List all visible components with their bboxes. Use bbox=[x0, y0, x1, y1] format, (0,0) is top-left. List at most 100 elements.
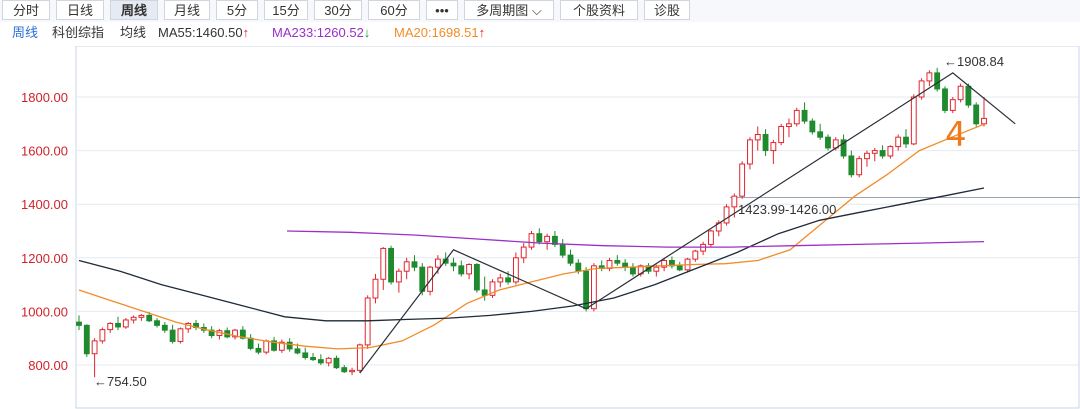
candle-up bbox=[434, 258, 441, 268]
ma20-value: MA20:1698.51↑ bbox=[394, 22, 485, 44]
stock-info-button[interactable]: 个股资料 bbox=[560, 0, 638, 20]
multi-period-dropdown[interactable]: 多周期图 ⌵ bbox=[464, 0, 554, 20]
candle-down bbox=[848, 155, 855, 176]
more-button[interactable]: ••• bbox=[426, 0, 458, 20]
candle-up bbox=[731, 195, 738, 208]
candle-down bbox=[614, 259, 621, 264]
candle-down bbox=[942, 88, 948, 111]
candle-down bbox=[294, 348, 301, 354]
candle-down bbox=[809, 120, 816, 133]
candle-down bbox=[115, 322, 121, 328]
candle-up bbox=[981, 117, 987, 125]
ma233-value: MA233:1260.52↓ bbox=[272, 22, 370, 44]
wave-trend-line bbox=[359, 72, 1016, 374]
candle-down bbox=[505, 277, 512, 283]
candle-up bbox=[887, 146, 894, 157]
ma55-up-arrow-icon: ↑ bbox=[242, 25, 250, 40]
candle-up bbox=[466, 264, 473, 275]
candle-up bbox=[528, 233, 535, 248]
index-name: 科创综指 bbox=[52, 25, 105, 40]
period-toolbar: 分时 日线 周线 月线 5分 15分 30分 60分 ••• 多周期图 ⌵ 个股资料 诊股 bbox=[0, 0, 1080, 23]
tab-rixian[interactable]: 日线 bbox=[56, 0, 104, 20]
candle-up bbox=[497, 277, 504, 283]
candle-down bbox=[973, 104, 980, 125]
ma233-line bbox=[286, 230, 985, 248]
candle-up bbox=[372, 278, 379, 299]
tab-yuexian[interactable]: 月线 bbox=[164, 0, 210, 20]
range-label: 1423.99-1426.00 bbox=[738, 202, 836, 217]
candle-down bbox=[302, 352, 309, 358]
candle-down bbox=[169, 329, 176, 342]
ma233-down-arrow-icon: ↓ bbox=[363, 25, 371, 40]
candle-down bbox=[536, 233, 543, 243]
candle-up bbox=[770, 142, 777, 152]
candle-up bbox=[926, 72, 933, 82]
period-label[interactable]: 周线 bbox=[12, 22, 38, 44]
candle-up bbox=[403, 261, 410, 272]
candle-down bbox=[567, 254, 574, 264]
high-price-label: ←1908.84 bbox=[944, 54, 1004, 69]
candle-up bbox=[130, 316, 137, 321]
candle-down bbox=[247, 337, 254, 349]
y-tick-label: 1400.00 bbox=[21, 197, 68, 212]
tab-fenshi[interactable]: 分时 bbox=[2, 0, 50, 20]
candle-down bbox=[481, 289, 488, 296]
candle-down bbox=[388, 247, 394, 283]
candle-down bbox=[762, 134, 769, 152]
candle-down bbox=[630, 266, 636, 275]
candle-down bbox=[286, 341, 293, 350]
candle-up bbox=[653, 266, 660, 272]
candle-down bbox=[450, 262, 457, 267]
candle-up bbox=[520, 246, 527, 259]
candle-down bbox=[411, 261, 418, 268]
candle-down bbox=[473, 264, 480, 291]
y-tick-label: 1800.00 bbox=[21, 90, 68, 105]
candle-down bbox=[310, 356, 316, 361]
diagnose-button[interactable]: 诊股 bbox=[644, 0, 690, 20]
candle-up bbox=[99, 329, 106, 342]
candle-down bbox=[903, 136, 909, 145]
candle-up bbox=[364, 297, 371, 346]
candle-up bbox=[138, 314, 145, 318]
candle-up bbox=[778, 125, 785, 144]
tab-30min[interactable]: 30分 bbox=[314, 0, 362, 20]
candle-down bbox=[817, 131, 824, 138]
candle-down bbox=[161, 324, 168, 331]
candle-up bbox=[177, 328, 184, 342]
candle-up bbox=[754, 134, 761, 141]
candle-down bbox=[965, 85, 972, 106]
candle-up bbox=[856, 158, 863, 176]
candle-up bbox=[395, 270, 402, 283]
candle-down bbox=[255, 347, 262, 353]
y-tick-label: 1000.00 bbox=[21, 304, 68, 319]
candle-down bbox=[879, 150, 886, 157]
candle-down bbox=[333, 357, 340, 369]
ma233-text: MA233:1260.52 bbox=[272, 25, 364, 40]
plot-frame bbox=[75, 46, 1080, 409]
candle-up bbox=[864, 152, 870, 160]
candle-down bbox=[825, 136, 831, 149]
candle-down bbox=[341, 367, 348, 373]
tab-5min[interactable]: 5分 bbox=[216, 0, 258, 20]
tab-zhouxian[interactable]: 周线 bbox=[110, 0, 158, 20]
candle-up bbox=[910, 96, 917, 145]
candle-up bbox=[107, 322, 114, 331]
candle-up bbox=[380, 247, 387, 280]
kline-chart[interactable]: 800.00 1000.00 1200.00 1400.00 1600.00 1800.0… bbox=[0, 46, 1080, 409]
candle-down bbox=[154, 320, 160, 326]
candle-up bbox=[122, 319, 129, 328]
candle-up bbox=[91, 340, 98, 355]
ma55-line bbox=[78, 187, 985, 322]
candle-up bbox=[747, 139, 753, 165]
candle-down bbox=[76, 321, 82, 326]
candle-up bbox=[793, 109, 800, 125]
kline-chart-area[interactable]: 800.00 1000.00 1200.00 1400.00 1600.00 1800.0… bbox=[0, 46, 1080, 409]
ma-label[interactable]: 均线 bbox=[120, 22, 146, 44]
tab-15min[interactable]: 15分 bbox=[264, 0, 308, 20]
candle-up bbox=[708, 230, 714, 245]
candle-up bbox=[325, 357, 332, 364]
candle-up bbox=[895, 136, 902, 148]
tab-60min[interactable]: 60分 bbox=[368, 0, 420, 20]
indicator-legend: 周线 科创综指 均线 MA55:1460.50↑ MA233:1260.52↓ … bbox=[0, 22, 1080, 44]
candle-up bbox=[692, 250, 699, 260]
